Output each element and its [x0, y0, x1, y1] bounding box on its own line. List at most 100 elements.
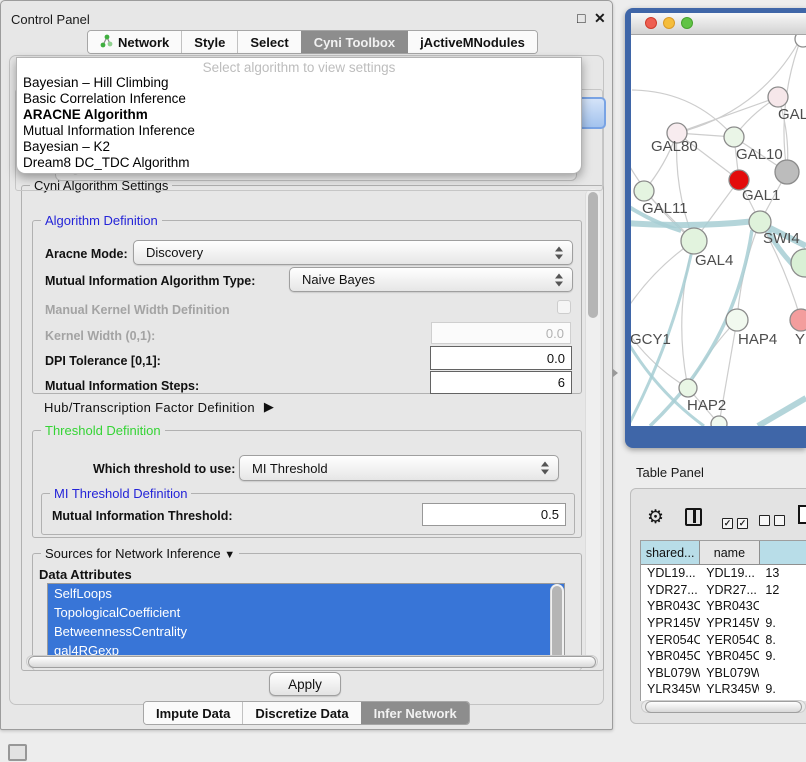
aracne-mode-combo[interactable]: Discovery [133, 240, 573, 265]
network-edge[interactable] [737, 222, 760, 320]
table-row[interactable]: YER054CYER054C8. [641, 631, 806, 648]
algorithm-definition-title: Algorithm Definition [41, 213, 162, 228]
aracne-mode-label: Aracne Mode: [45, 247, 128, 261]
node-table[interactable]: shared...name YDL19...YDL19...13YDR27...… [640, 540, 806, 701]
algorithm-option-basic-correlation-inference[interactable]: Basic Correlation Inference [17, 91, 581, 107]
network-node-gal4[interactable] [681, 228, 707, 254]
mi-steps-field[interactable]: 6 [430, 371, 572, 394]
algorithm-option-mutual-information-inference[interactable]: Mutual Information Inference [17, 123, 581, 139]
sources-title-text: Sources for Network Inference [45, 546, 221, 561]
algorithm-option-bayesian-k2[interactable]: Bayesian – K2 [17, 139, 581, 155]
tab-label: Infer Network [374, 706, 457, 721]
which-threshold-combo[interactable]: MI Threshold [239, 455, 559, 481]
column-header-name[interactable]: name [700, 541, 759, 565]
mi-threshold-field[interactable]: 0.5 [422, 503, 566, 526]
attr-items: SelfLoopsTopologicalCoefficientBetweenne… [48, 584, 564, 660]
network-node-hap4[interactable] [726, 309, 748, 331]
settings-horizontal-scrollbar[interactable] [26, 655, 598, 668]
network-edge[interactable] [784, 36, 802, 172]
table-horizontal-scrollbar[interactable] [641, 700, 806, 713]
tab-style[interactable]: Style [181, 31, 237, 53]
algorithm-option-bayesian-hill-climbing[interactable]: Bayesian – Hill Climbing [17, 75, 581, 91]
network-edge-highlighted[interactable] [631, 221, 756, 225]
table-cell: YBR043C [641, 599, 700, 613]
attribute-item-topologicalcoefficient[interactable]: TopologicalCoefficient [48, 603, 564, 622]
settings-scrollbar-thumb[interactable] [588, 192, 598, 318]
close-window-icon[interactable]: ✕ [594, 10, 606, 27]
network-node-label: GAL [778, 106, 806, 123]
network-node-salmon[interactable] [790, 309, 806, 331]
horizontal-scrollbar-thumb[interactable] [28, 656, 596, 668]
network-window-titlebar[interactable] [631, 13, 806, 35]
tab-cyni-toolbox[interactable]: Cyni Toolbox [301, 31, 407, 53]
network-edge[interactable] [677, 97, 778, 133]
data-attributes-list[interactable]: SelfLoopsTopologicalCoefficientBetweenne… [47, 583, 565, 665]
table-row[interactable]: YDR27...YDR27...12 [641, 582, 806, 599]
dpi-tolerance-field[interactable]: 0.0 [430, 346, 572, 370]
settings-vertical-scrollbar[interactable] [585, 189, 600, 666]
algorithm-option-dream8-dc-tdc-algorithm[interactable]: Dream8 DC_TDC Algorithm [17, 155, 581, 171]
manual-kernel-checkbox[interactable] [557, 300, 571, 314]
table-row[interactable]: YBR045CYBR045C9. [641, 648, 806, 665]
network-node-big-right[interactable] [791, 249, 806, 277]
which-threshold-value: MI Threshold [252, 461, 328, 476]
tab-jactivemnodules[interactable]: jActiveMNodules [407, 31, 537, 53]
apply-button[interactable]: Apply [269, 672, 341, 696]
attributes-scrollbar[interactable] [550, 584, 564, 662]
dock-panel-icon[interactable] [8, 744, 27, 761]
table-scrollbar-thumb[interactable] [645, 701, 802, 713]
hub-definition-label: Hub/Transcription Factor Definition [44, 400, 255, 415]
close-traffic-light-icon[interactable] [645, 17, 657, 29]
table-row[interactable]: YLR345WYLR345W9. [641, 681, 806, 698]
table-row[interactable]: YPR145WYPR145W9. [641, 615, 806, 632]
tab-discretize-data[interactable]: Discretize Data [242, 702, 360, 724]
expander-right-icon: ▶ [264, 399, 274, 415]
kernel-width-field[interactable]: 0.0 [431, 322, 571, 344]
sources-title[interactable]: Sources for Network Inference ▼ [41, 546, 239, 561]
mi-type-combo[interactable]: Naive Bayes [289, 267, 573, 292]
threshold-definition-title: Threshold Definition [41, 423, 165, 438]
table-row[interactable]: YDL19...YDL19...13 [641, 565, 806, 582]
network-node-gal11[interactable] [634, 181, 654, 201]
tab-network[interactable]: Network [88, 31, 181, 53]
tab-infer-network[interactable]: Infer Network [361, 702, 469, 724]
network-node-gray[interactable] [775, 160, 799, 184]
column-header-clipped[interactable] [760, 541, 806, 565]
zoom-traffic-light-icon[interactable] [681, 17, 693, 29]
network-node-bottom[interactable] [711, 416, 727, 426]
table-cell: YDL19... [700, 566, 759, 580]
gear-icon[interactable]: ⚙ [647, 506, 664, 529]
attributes-scrollbar-thumb[interactable] [552, 586, 562, 659]
tab-label: Network [118, 35, 169, 50]
network-edge[interactable] [688, 320, 737, 388]
tab-label: Cyni Toolbox [314, 35, 395, 50]
minimize-traffic-light-icon[interactable] [663, 17, 675, 29]
table-row[interactable]: YBR043CYBR043C [641, 598, 806, 615]
table-header-row: shared...name [641, 541, 806, 565]
column-header-shared[interactable]: shared... [641, 541, 700, 565]
network-node-gal10[interactable] [724, 127, 744, 147]
tab-select[interactable]: Select [237, 31, 300, 53]
panel-divider-handle[interactable] [613, 369, 618, 377]
top-tab-strip: Network StyleSelect Cyni Toolbox jActiveMNo… [87, 30, 538, 54]
network-node-gal-pink[interactable] [768, 87, 788, 107]
network-node-hap2[interactable] [679, 379, 697, 397]
table-rows: YDL19...YDL19...13YDR27...YDR27...12YBR0… [641, 565, 806, 701]
table-cell: 9. [759, 616, 806, 630]
split-columns-icon[interactable] [685, 508, 702, 526]
network-canvas[interactable]: GALGAL80GAL10GAL1GAL11SWI4GAL4GCY1HAP4YH… [631, 35, 806, 426]
tab-label: Impute Data [156, 706, 230, 721]
table-cell: 12 [759, 583, 806, 597]
tab-impute-data[interactable]: Impute Data [144, 702, 242, 724]
attribute-item-betweennesscentrality[interactable]: BetweennessCentrality [48, 622, 564, 641]
document-icon[interactable] [798, 505, 806, 524]
table-row[interactable]: YBL079WYBL079W [641, 665, 806, 682]
deselect-all-columns-icon[interactable] [759, 513, 789, 531]
select-all-columns-icon[interactable]: ✓✓ [722, 513, 752, 531]
algorithm-option-aracne-algorithm[interactable]: ARACNE Algorithm [17, 107, 581, 123]
float-window-icon[interactable]: □ [577, 10, 585, 26]
network-edge-highlighted[interactable] [758, 398, 806, 426]
hub-definition-expander[interactable]: Hub/Transcription Factor Definition ▶ [44, 399, 274, 415]
which-threshold-label: Which threshold to use: [93, 462, 235, 476]
attribute-item-selfloops[interactable]: SelfLoops [48, 584, 564, 603]
